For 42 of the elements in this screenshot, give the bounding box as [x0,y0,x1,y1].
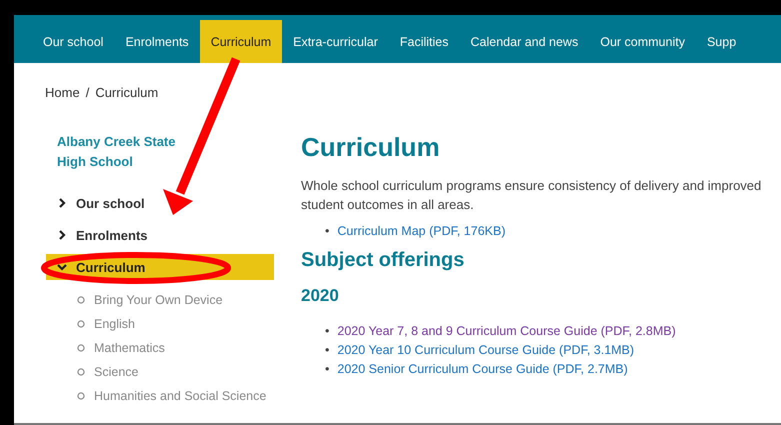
document-link[interactable]: Curriculum Map (PDF, 176KB) [337,222,506,241]
sidebar-item[interactable]: Our school [46,190,274,216]
nav-tab[interactable]: Our community [589,20,696,63]
sidebar-title[interactable]: Albany Creek State High School [46,132,197,172]
chevron-down-icon [57,262,67,272]
circle-bullet-icon [77,296,85,304]
nav-tab[interactable]: Curriculum [200,20,282,63]
nav-tab[interactable]: Extra-curricular [282,20,389,63]
sidebar-item-label: Curriculum [76,260,146,274]
sidebar-item-label: Our school [76,196,145,210]
sidebar-subitem[interactable]: Science [94,365,138,379]
chevron-right-icon [57,230,67,240]
circle-bullet-icon [77,344,85,352]
year-heading: 2020 [301,286,340,306]
sidebar-subitem[interactable]: Mathematics [94,341,165,355]
document-link[interactable]: 2020 Senior Curriculum Course Guide (PDF, 2.7MB) [337,360,628,379]
breadcrumb-link[interactable]: Home [45,85,80,105]
sidebar-subitem[interactable]: Humanities and Social Science [94,389,266,403]
nav-tab[interactable]: Our school [32,20,114,63]
section-heading: Subject offerings [301,249,466,272]
bullet-mark: • [325,342,330,359]
breadcrumb-current: Curriculum [95,85,158,102]
nav-tab[interactable]: Calendar and news [460,20,590,63]
chevron-right-icon [57,198,67,208]
sidebar-subitem[interactable]: English [94,317,135,331]
sidebar-subitem[interactable]: Bring Your Own Device [94,293,223,307]
bullet-mark: • [325,361,330,378]
bullet-mark: • [325,223,330,240]
sidebar-item[interactable]: Enrolments [46,222,274,248]
document-link[interactable]: 2020 Year 7, 8 and 9 Curriculum Course Guide (PDF, 2.8MB) [337,322,676,341]
circle-bullet-icon [77,368,85,376]
bullet-mark: • [325,323,330,340]
nav-tab[interactable]: Supp [696,20,748,63]
sidebar-item-label: Enrolments [76,228,148,242]
document-link[interactable]: 2020 Year 10 Curriculum Course Guide (PDF, 3.1MB) [337,341,634,360]
page-heading: Curriculum [301,132,441,162]
nav-tab[interactable]: Enrolments [114,20,200,63]
circle-bullet-icon [77,320,85,328]
intro-paragraph: Whole school curriculum programs ensure consistency of delivery and improved student outcomes in all areas. [301,177,762,214]
nav-tab[interactable]: Facilities [388,20,460,63]
circle-bullet-icon [77,392,85,400]
breadcrumb-separator: / [86,85,90,102]
